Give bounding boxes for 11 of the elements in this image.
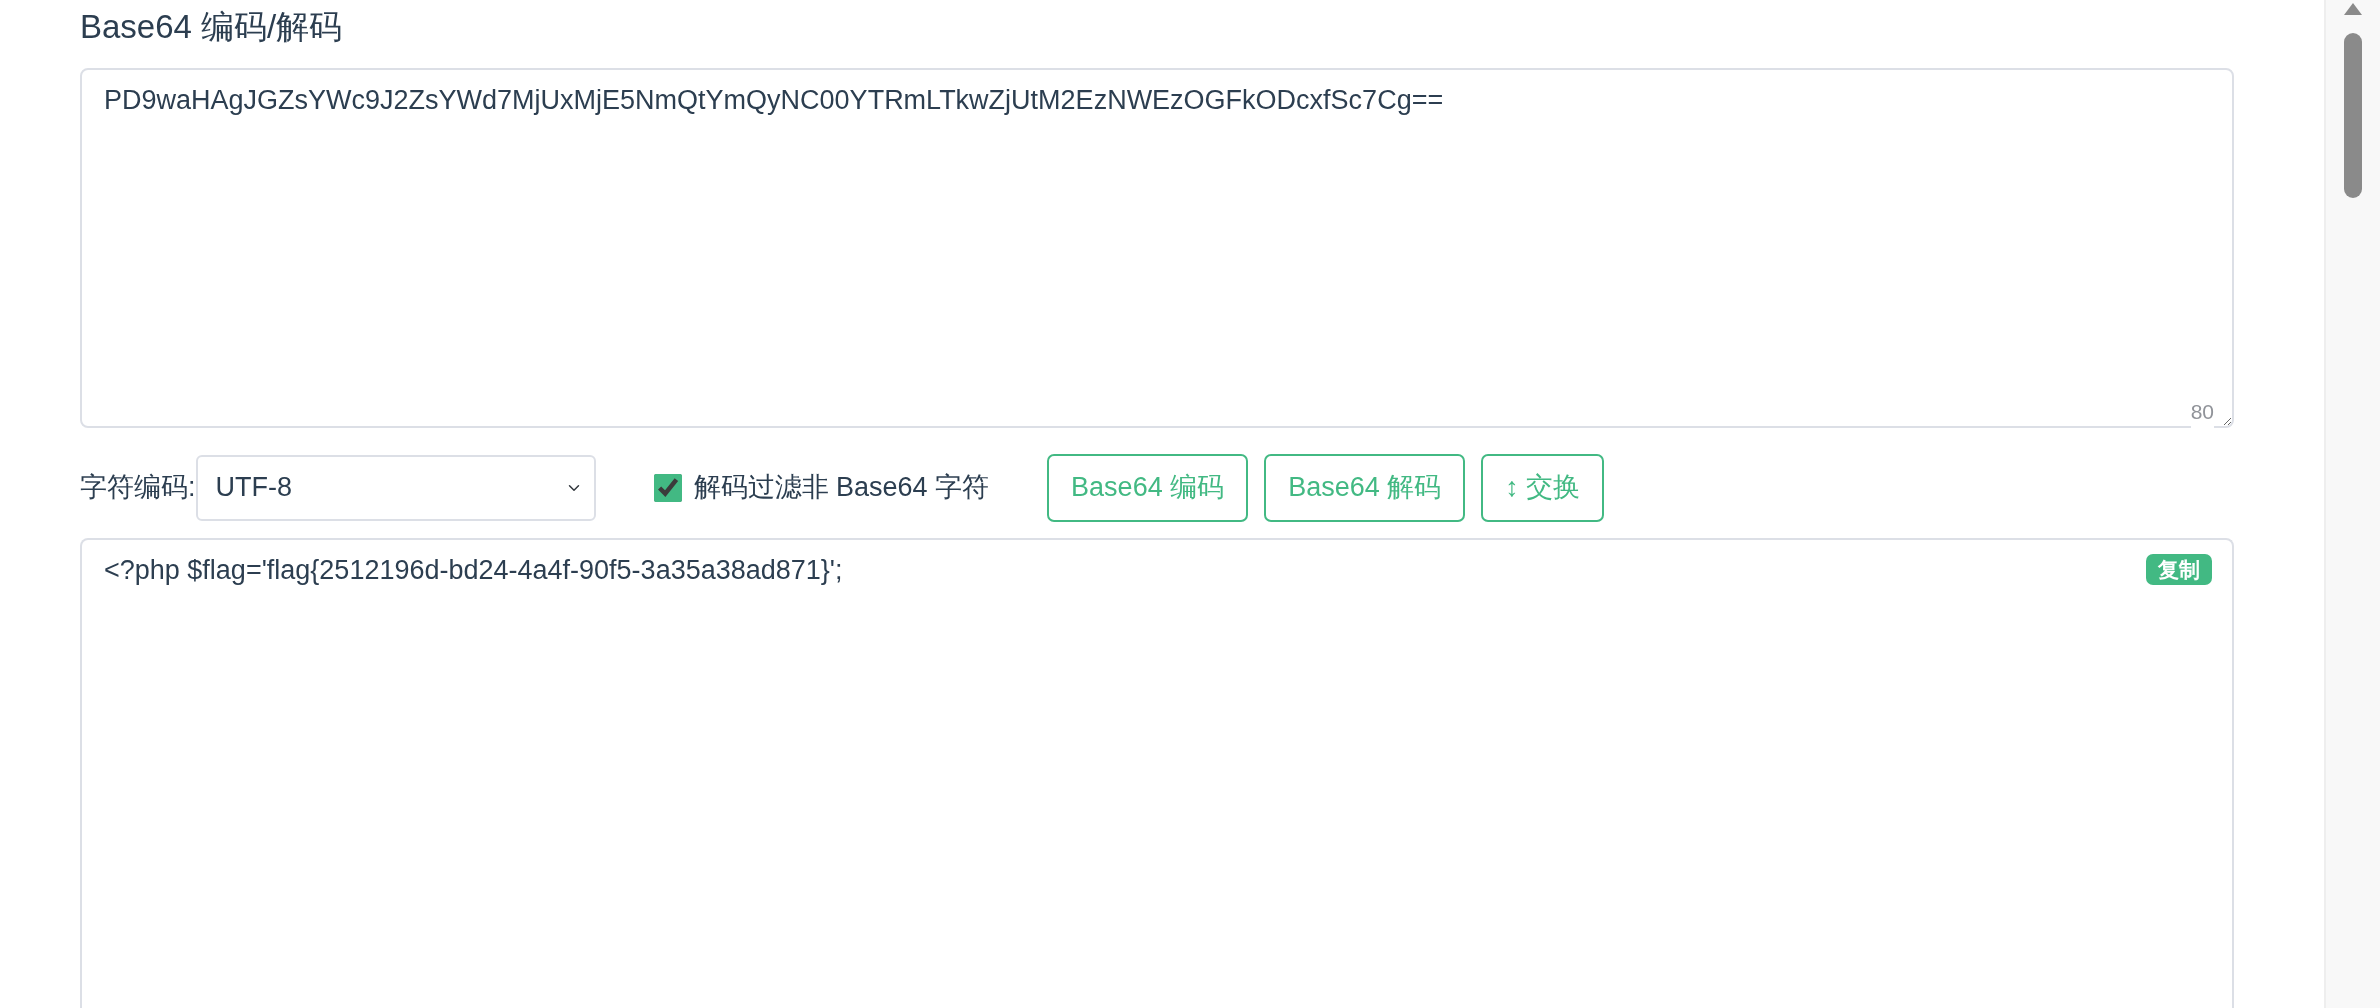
action-button[interactable]: Base64 解码: [1264, 453, 1466, 522]
page-title: Base64 编码/解码: [80, 7, 344, 47]
action-button[interactable]: ↕ 交换: [1481, 453, 1605, 522]
output-text: <?php $flag='flag{2512196d-bd24-4a4f-90f5-3a35a38ad871}';: [104, 554, 843, 585]
output-field[interactable]: <?php $flag='flag{2512196d-bd24-4a4f-90f5-3a35a38ad871}'; 复制: [80, 537, 2234, 1008]
charset-label: 字符编码:: [80, 471, 196, 505]
charset-select[interactable]: UTF-8: [195, 454, 596, 521]
filter-checkbox[interactable]: [653, 473, 682, 502]
copy-button[interactable]: 复制: [2146, 553, 2212, 585]
action-button[interactable]: Base64 编码: [1047, 453, 1249, 522]
filter-label: 解码过滤非 Base64 字符: [693, 471, 990, 505]
